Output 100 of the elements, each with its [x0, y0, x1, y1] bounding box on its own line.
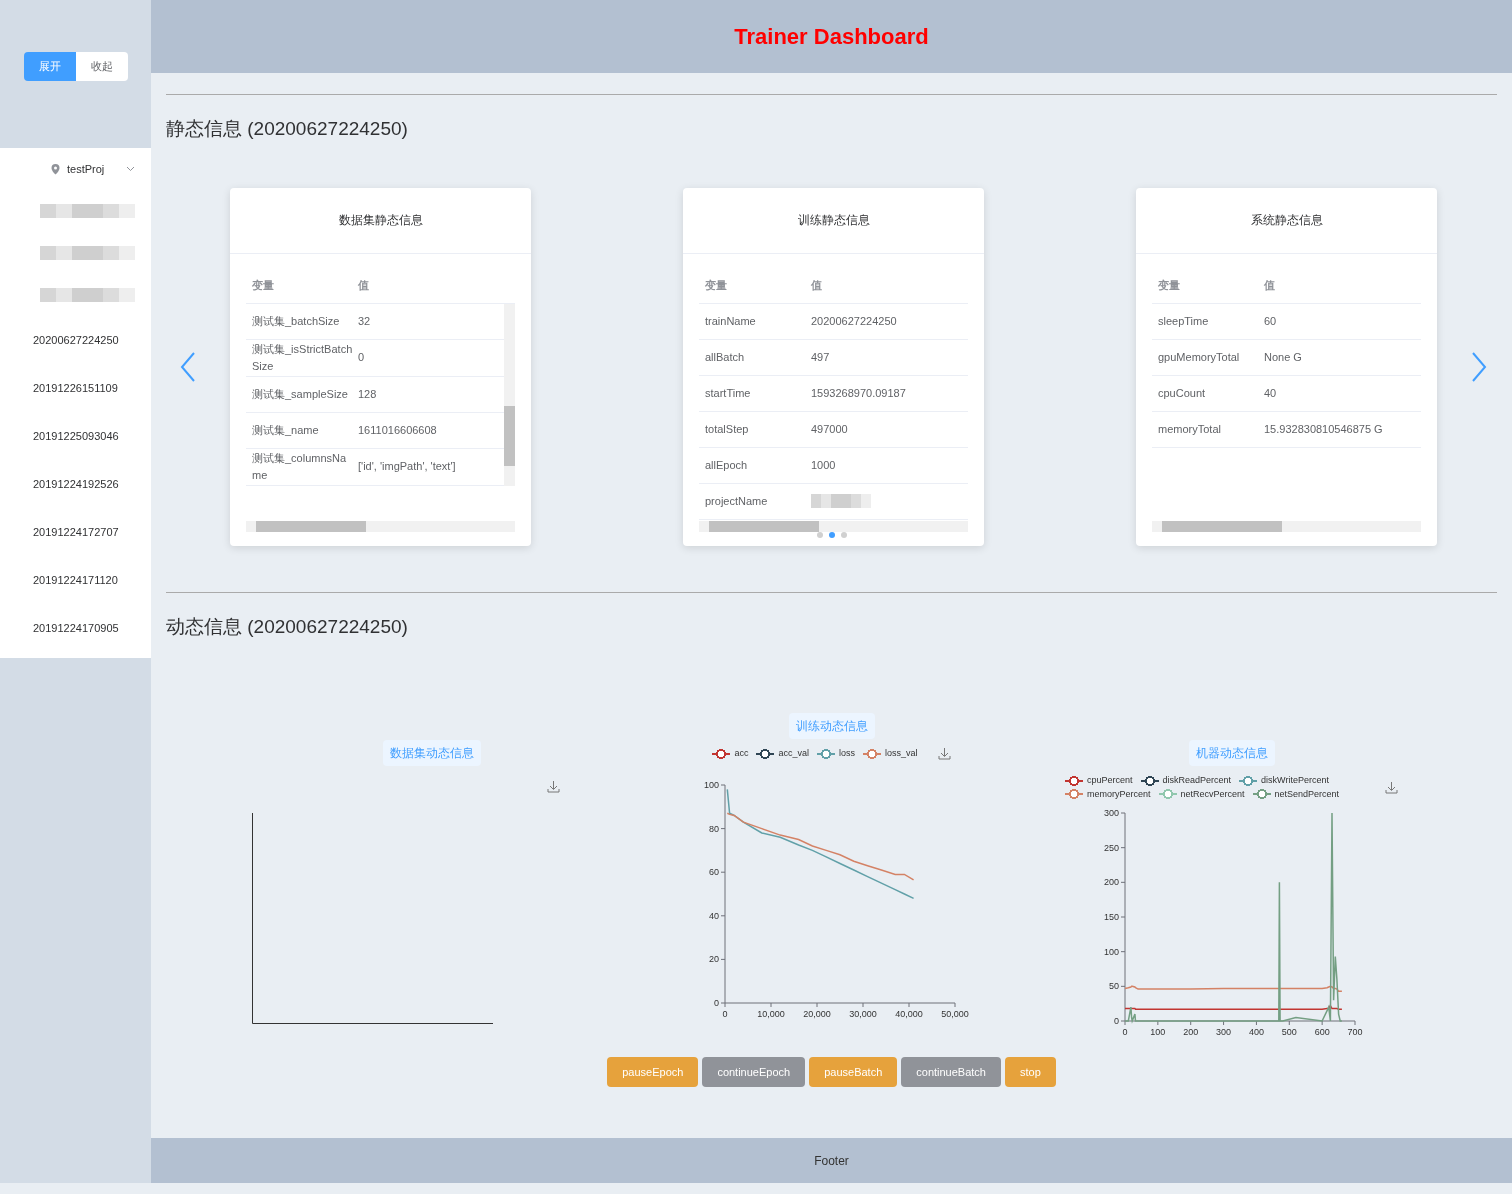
x-tick-label: 100	[1149, 1027, 1165, 1037]
column-header: 变量	[704, 277, 728, 293]
vertical-scrollbar[interactable]	[504, 303, 515, 486]
sidebar-item[interactable]: 20191224172707	[0, 508, 151, 556]
x-tick-label: 10,000	[756, 1008, 785, 1019]
table-cell-text: 1593268970.09187	[811, 385, 906, 401]
legend-item[interactable]: acc_val	[756, 747, 809, 761]
chevron-down-icon	[126, 166, 135, 172]
panel-title: 训练动态信息	[788, 713, 875, 739]
x-tick-label: 600	[1314, 1027, 1330, 1037]
horizontal-scrollbar[interactable]	[1152, 520, 1421, 532]
y-tick-label: 300	[1103, 808, 1119, 818]
x-tick-label: 40,000	[894, 1008, 923, 1019]
legend-item[interactable]: memoryPercent	[1065, 787, 1151, 801]
footer-text: Footer	[814, 1152, 849, 1170]
table-cell-text: 测试集_batchSize	[251, 313, 341, 329]
table-cell-text: 测试集_name	[251, 422, 320, 438]
sidebar-item[interactable]: 20191224170905	[0, 604, 151, 652]
table-cell-text: 1611016606608	[358, 422, 437, 438]
table-cell-text: projectName	[704, 493, 769, 509]
horizontal-scrollbar[interactable]	[699, 520, 968, 532]
download-icon[interactable]	[546, 780, 560, 793]
table-cell-text: 497000	[811, 421, 848, 437]
sidebar-item[interactable]: 20191226151109	[0, 364, 151, 412]
table-cell-text: 测试集_isStrictBatchSize	[251, 341, 354, 374]
y-tick-label: 60	[708, 866, 719, 877]
table-cell-text: startTime	[704, 385, 752, 401]
legend-item[interactable]: diskWritePercent	[1239, 774, 1329, 788]
x-tick-label: 0	[722, 1008, 727, 1019]
table-cell-text: 32	[358, 313, 371, 329]
legend-item[interactable]: loss	[817, 747, 855, 761]
x-tick-label: 0	[1122, 1027, 1127, 1037]
legend-item[interactable]: netRecvPercent	[1158, 787, 1245, 801]
table-cell-text: sleepTime	[1157, 313, 1210, 329]
y-tick-label: 0	[1113, 1016, 1119, 1026]
x-tick-label: 50,000	[940, 1008, 969, 1019]
column-header: 变量	[251, 277, 275, 293]
legend-item[interactable]: acc	[712, 747, 749, 761]
table-cell-text: 1000	[811, 457, 836, 473]
y-tick-label: 100	[1103, 946, 1119, 957]
table-cell-text: ['id', 'imgPath', 'text']	[358, 459, 456, 475]
legend-item[interactable]: diskReadPercent	[1140, 774, 1232, 788]
section-title: 动态信息 (20200627224250)	[166, 614, 409, 639]
table-cell-text: trainName	[704, 313, 757, 329]
x-tick-label: 20,000	[802, 1008, 831, 1019]
panel-title: 数据集动态信息	[382, 740, 481, 766]
table-cell-text: cpuCount	[1157, 385, 1207, 401]
table-cell-text: allBatch	[704, 349, 746, 365]
x-tick-label: 500	[1281, 1027, 1297, 1037]
x-tick-label: 30,000	[848, 1008, 877, 1019]
table-cell-text: None G	[1264, 349, 1302, 365]
column-header: 值	[358, 277, 369, 293]
table-cell-text: 20200627224250	[811, 313, 897, 329]
legend-item[interactable]: netSendPercent	[1252, 787, 1340, 801]
column-header: 变量	[1157, 277, 1181, 293]
x-tick-label: 400	[1248, 1027, 1264, 1037]
y-tick-label: 250	[1103, 842, 1119, 853]
x-tick-label: 200	[1182, 1027, 1198, 1037]
location-pin-icon	[50, 163, 61, 175]
card-title: 训练静态信息	[797, 212, 870, 229]
y-tick-label: 0	[713, 997, 719, 1008]
card-title: 数据集静态信息	[338, 212, 423, 229]
table-cell-text: 测试集_sampleSize	[251, 386, 349, 402]
table-cell-text: gpuMemoryTotal	[1157, 349, 1241, 365]
horizontal-scrollbar[interactable]	[246, 520, 515, 532]
sidebar-item[interactable]: 20200627224250	[0, 316, 151, 364]
project-select[interactable]: testProj	[0, 148, 151, 190]
y-tick-label: 50	[1108, 981, 1119, 992]
y-tick-label: 20	[708, 953, 719, 964]
download-icon[interactable]	[937, 747, 951, 761]
download-icon[interactable]	[1385, 781, 1398, 794]
table-cell-text: 40	[1264, 385, 1277, 401]
column-header: 值	[1264, 277, 1275, 293]
y-tick-label: 40	[708, 910, 719, 921]
table-cell-text: totalStep	[704, 421, 750, 437]
table-cell-text: 0	[358, 350, 365, 366]
sidebar-item[interactable]: 20191225093046	[0, 412, 151, 460]
y-tick-label: 150	[1103, 912, 1119, 922]
legend-item[interactable]: cpuPercent	[1065, 774, 1133, 788]
x-tick-label: 700	[1347, 1027, 1362, 1037]
table-cell-text: 128	[358, 386, 377, 402]
table-cell-text: 497	[811, 349, 830, 365]
sidebar-item[interactable]: 20191224192526	[0, 460, 151, 508]
card-title: 系统静态信息	[1250, 212, 1323, 229]
x-tick-label: 300	[1215, 1027, 1231, 1037]
page-title: Trainer Dashboard	[734, 23, 929, 51]
y-tick-label: 80	[708, 823, 719, 834]
legend-item[interactable]: loss_val	[863, 747, 918, 761]
table-cell-text: memoryTotal	[1157, 421, 1222, 437]
y-tick-label: 100	[703, 779, 719, 790]
redacted-block	[811, 494, 871, 508]
section-title: 静态信息 (20200627224250)	[166, 117, 409, 141]
toggle-button[interactable]: 收起	[76, 52, 128, 81]
sidebar-item[interactable]: 20191224171120	[0, 556, 151, 604]
panel-title: 机器动态信息	[1188, 740, 1275, 766]
y-tick-label: 200	[1103, 877, 1119, 888]
table-cell-text: 测试集_columnsName	[251, 450, 348, 483]
column-header: 值	[811, 277, 822, 293]
table-cell-text: allEpoch	[704, 457, 749, 473]
table-cell-text: 60	[1264, 313, 1277, 329]
